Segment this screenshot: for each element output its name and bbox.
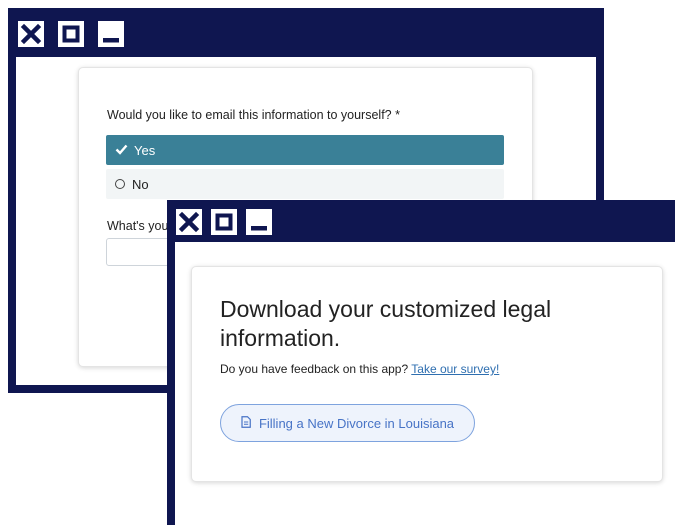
second-question: What's you (107, 219, 169, 233)
document-icon (241, 415, 251, 431)
feedback-text: Do you have feedback on this app? (220, 362, 409, 376)
maximize-icon[interactable] (211, 209, 237, 235)
email-question: Would you like to email this information… (107, 108, 400, 122)
minimize-icon[interactable] (246, 209, 272, 235)
option-yes[interactable]: Yes (106, 135, 504, 165)
survey-link[interactable]: Take our survey! (411, 362, 499, 376)
option-no[interactable]: No (106, 169, 504, 199)
front-window: Download your customized legal informati… (167, 200, 675, 525)
download-document-label: Filling a New Divorce in Louisiana (258, 415, 455, 431)
radio-icon (115, 179, 125, 189)
front-window-content: Download your customized legal informati… (175, 242, 675, 525)
back-window-titlebar (8, 8, 604, 58)
option-no-label: No (132, 176, 149, 192)
feedback-line: Do you have feedback on this app? Take o… (220, 362, 499, 376)
close-icon[interactable] (18, 21, 44, 47)
maximize-icon[interactable] (58, 21, 84, 47)
minimize-icon[interactable] (98, 21, 124, 47)
check-icon (115, 143, 128, 158)
close-icon[interactable] (176, 209, 202, 235)
option-yes-label: Yes (134, 142, 156, 158)
download-card: Download your customized legal informati… (191, 266, 663, 482)
download-document-button[interactable]: Filling a New Divorce in Louisiana (220, 404, 475, 442)
download-heading: Download your customized legal informati… (220, 296, 552, 351)
